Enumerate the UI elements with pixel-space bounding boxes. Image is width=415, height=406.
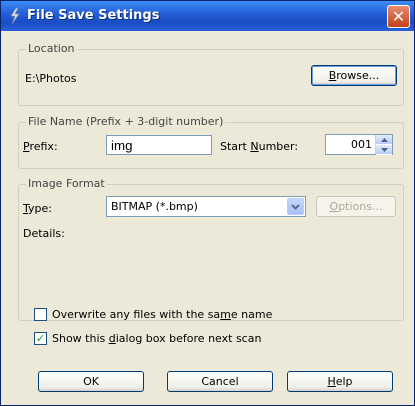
start-number-label: Start Number: [220, 140, 299, 153]
close-icon: ✕ [391, 6, 406, 26]
dialog-title: File Save Settings [27, 8, 160, 23]
spin-up-icon[interactable] [376, 135, 392, 145]
location-group: Location E:\Photos Browse... [18, 42, 404, 106]
scanner-app-icon [10, 7, 20, 25]
browse-mnemonic: B [328, 69, 337, 82]
start-number-value: 001 [351, 138, 372, 151]
options-button[interactable]: Options... [316, 196, 396, 217]
close-button[interactable]: ✕ [387, 5, 410, 28]
ok-button[interactable]: OK [38, 371, 144, 392]
prefix-label: Prefix: [23, 140, 58, 153]
location-path: E:\Photos [25, 72, 77, 85]
overwrite-checkbox[interactable] [34, 308, 47, 321]
image-format-legend: Image Format [26, 177, 107, 190]
checkmark-icon: ✓ [35, 332, 46, 345]
file-name-legend: File Name (Prefix + 3-digit number) [26, 115, 226, 128]
show-dialog-label[interactable]: Show this dialog box before next scan [52, 332, 261, 345]
title-bar[interactable]: File Save Settings ✕ [1, 1, 414, 31]
type-select-value: BITMAP (*.bmp) [111, 200, 198, 213]
browse-button[interactable]: Browse... [311, 65, 397, 86]
type-label: Type: [23, 202, 52, 215]
file-name-group: File Name (Prefix + 3-digit number) Pref… [18, 115, 404, 169]
dialog-body: Location E:\Photos Browse... File Name (… [4, 31, 411, 402]
file-save-settings-dialog: File Save Settings ✕ Location E:\Photos … [0, 0, 415, 406]
help-button[interactable]: Help [287, 371, 393, 392]
details-label: Details: [23, 227, 65, 240]
start-number-stepper[interactable]: 001 [325, 134, 393, 155]
prefix-input[interactable] [106, 135, 212, 155]
spin-buttons[interactable] [375, 135, 392, 155]
image-format-group: Image Format Type: BITMAP (*.bmp) Option… [18, 177, 404, 321]
show-dialog-checkbox[interactable]: ✓ [34, 332, 47, 345]
location-legend: Location [26, 42, 77, 55]
type-select[interactable]: BITMAP (*.bmp) [106, 196, 306, 217]
cancel-button[interactable]: Cancel [167, 371, 273, 392]
browse-label: rowse... [336, 69, 380, 82]
overwrite-label[interactable]: Overwrite any files with the same name [52, 308, 272, 321]
spin-down-icon[interactable] [376, 145, 392, 155]
chevron-down-icon[interactable] [287, 198, 304, 215]
